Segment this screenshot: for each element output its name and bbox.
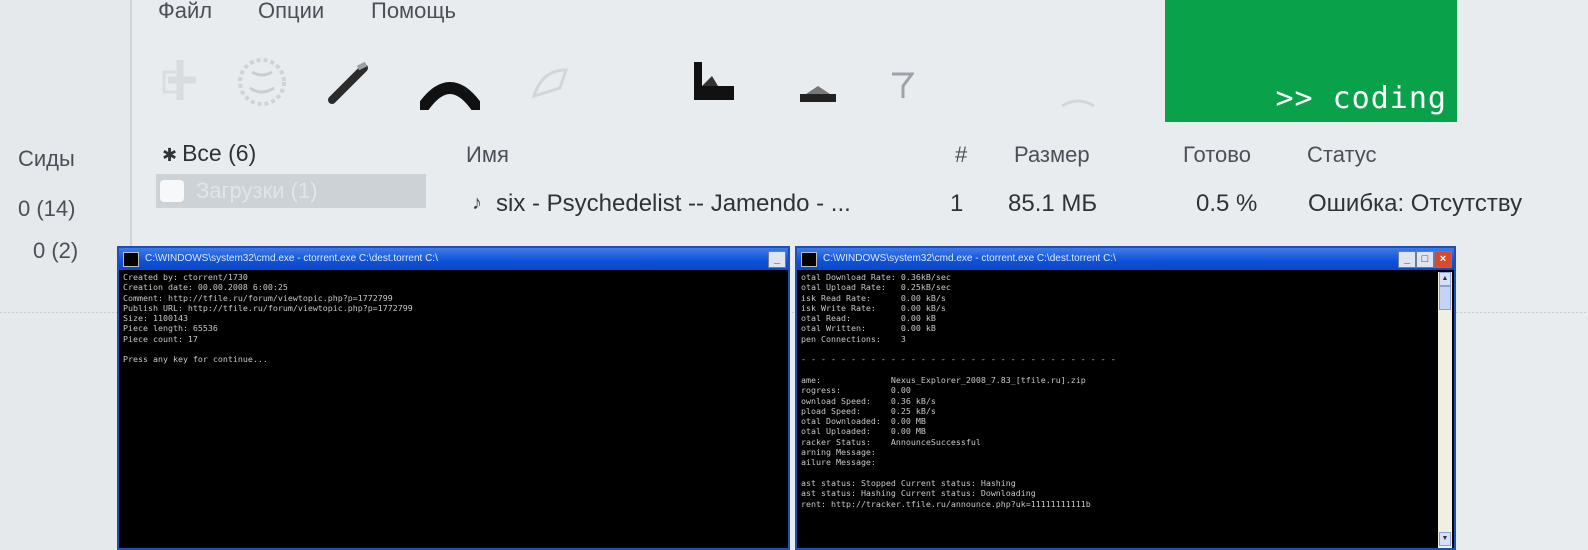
- filter-downloads-label: Загрузки (1): [196, 178, 318, 203]
- console-line: otal Download Rate: 0.36kB/sec: [801, 272, 951, 282]
- console-line: rent: http://tracker.tfile.ru/announce.p…: [801, 498, 1091, 509]
- cmd-window-2[interactable]: C:\WINDOWS\system32\cmd.exe - ctorrent.e…: [795, 246, 1456, 550]
- console-line: ame: Nexus_Explorer_2008_7.83_[tfile.ru]…: [801, 374, 1086, 385]
- priority-icon[interactable]: [692, 60, 738, 109]
- console-line: Publish URL: http://tfile.ru/forum/viewt…: [123, 302, 413, 313]
- console-line: Press any key for continue...: [123, 354, 268, 365]
- torrent-status: Ошибка: Отсутству: [1308, 190, 1523, 217]
- console-line: isk Read Rate: 0.00 kB/s: [801, 292, 946, 303]
- console-line: Created by: ctorrent/1730: [123, 272, 248, 282]
- left-panel: [0, 0, 130, 550]
- edit-icon[interactable]: [326, 60, 376, 115]
- console-line: otal Downloaded: 0.00 MB: [801, 416, 926, 427]
- console-line: pen Connections: 3: [801, 333, 906, 344]
- console-line: Piece count: 17: [123, 333, 198, 344]
- cmd1-title: C:\WINDOWS\system32\cmd.exe - ctorrent.e…: [145, 253, 438, 264]
- console-line: Creation date: 00.00.2008 6:00:25: [123, 282, 288, 293]
- console-line: arning Message:: [801, 447, 876, 458]
- filter-icon[interactable]: [890, 70, 915, 111]
- menu-help[interactable]: Помощь: [371, 0, 456, 24]
- console-line: Size: 1100143: [123, 313, 188, 324]
- console-line: ownload Speed: 0.36 kB/s: [801, 395, 936, 406]
- seeds-column-header[interactable]: Сиды: [18, 146, 75, 172]
- torrent-number: 1: [950, 190, 964, 217]
- torrent-size: 85.1 МБ: [1008, 190, 1098, 217]
- cmd2-titlebar[interactable]: C:\WINDOWS\system32\cmd.exe - ctorrent.e…: [797, 248, 1454, 270]
- console-line: isk Write Rate: 0.00 kB/s: [801, 302, 946, 313]
- maximize-button[interactable]: □: [1416, 251, 1434, 268]
- cmd2-title: C:\WINDOWS\system32\cmd.exe - ctorrent.e…: [823, 253, 1116, 264]
- download-icon: [160, 180, 184, 202]
- cmd1-titlebar[interactable]: C:\WINDOWS\system32\cmd.exe - ctorrent.e…: [119, 248, 788, 270]
- cmd2-scrollbar[interactable]: ▲ ▼: [1438, 272, 1452, 548]
- column-number[interactable]: #: [955, 142, 967, 168]
- torrent-row[interactable]: ♪ six - Psychedelist -- Jamendo - ... 1 …: [466, 190, 1588, 222]
- console-line: ailure Message:: [801, 457, 876, 468]
- close-button[interactable]: ×: [1434, 251, 1452, 268]
- cmd1-console-output: Created by: ctorrent/1730 Creation date: …: [123, 272, 784, 548]
- console-line: ast status: Hashing Current status: Down…: [801, 488, 1036, 499]
- filter-all-label: Все (6): [182, 140, 257, 166]
- audio-file-icon: ♪: [472, 192, 482, 214]
- seeds-value-1: 0 (14): [18, 196, 76, 221]
- filter-downloads[interactable]: Загрузки (1): [156, 174, 426, 208]
- web-icon[interactable]: [232, 52, 292, 117]
- minimize-button[interactable]: _: [768, 251, 786, 268]
- console-line: otal Uploaded: 0.00 MB: [801, 426, 926, 437]
- console-line: ast status: Stopped Current status: Hash…: [801, 477, 1016, 488]
- badge-text: >> coding: [1275, 81, 1447, 116]
- console-line: - - - - - - - - - - - - - - - - - - - - …: [801, 354, 1116, 365]
- column-done[interactable]: Готово: [1183, 142, 1251, 168]
- seeds-value-2: 0 (2): [33, 238, 79, 263]
- console-line: Piece length: 65536: [123, 323, 218, 334]
- menu-file[interactable]: Файл: [158, 0, 212, 24]
- add-torrent-icon[interactable]: [158, 52, 208, 117]
- console-line: Comment: http://tfile.ru/forum/viewtopic…: [123, 292, 393, 303]
- cmd-window-1[interactable]: C:\WINDOWS\system32\cmd.exe - ctorrent.e…: [117, 246, 790, 550]
- column-status[interactable]: Статус: [1307, 142, 1377, 168]
- cmd2-console-output: otal Download Rate: 0.36kB/sec otal Uploa…: [801, 272, 1434, 548]
- remote-icon[interactable]: [418, 76, 482, 115]
- scroll-thumb[interactable]: [1439, 286, 1451, 310]
- column-name[interactable]: Имя: [466, 142, 509, 168]
- asterisk-icon: ✱: [162, 145, 183, 165]
- console-line: otal Upload Rate: 0.25kB/sec: [801, 282, 951, 293]
- scroll-down-arrow-icon[interactable]: ▼: [1439, 532, 1451, 546]
- console-line: otal Read: 0.00 kB: [801, 313, 936, 324]
- rss-icon[interactable]: [528, 62, 578, 107]
- filter-all[interactable]: ✱ Все (6): [162, 140, 256, 167]
- minimize-button[interactable]: _: [1398, 251, 1416, 268]
- console-line: pload Speed: 0.25 kB/s: [801, 405, 936, 416]
- minimize-icon[interactable]: [798, 82, 838, 109]
- cmd-icon: [801, 252, 817, 267]
- console-line: racker Status: AnnounceSuccessful: [801, 436, 981, 447]
- column-size[interactable]: Размер: [1014, 142, 1090, 168]
- scroll-up-arrow-icon[interactable]: ▲: [1439, 272, 1451, 286]
- cmd-icon: [123, 252, 139, 267]
- torrent-name: six - Psychedelist -- Jamendo - ...: [496, 190, 851, 217]
- console-line: rogress: 0.00: [801, 385, 911, 396]
- menu-options[interactable]: Опции: [258, 0, 324, 24]
- console-line: otal Written: 0.00 kB: [801, 323, 936, 334]
- torrent-done: 0.5 %: [1196, 190, 1258, 217]
- settings-icon[interactable]: [1058, 92, 1098, 121]
- coding-badge: >> coding: [1165, 0, 1457, 122]
